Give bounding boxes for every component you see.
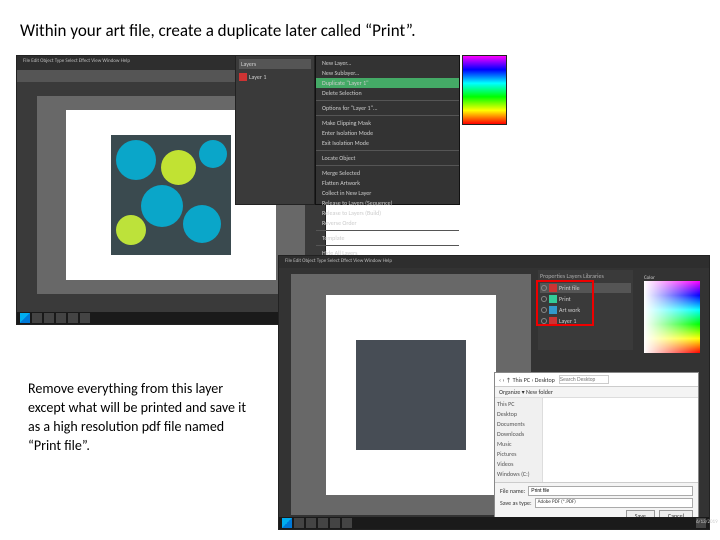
instruction-title: Within your art file, create a duplicate…	[20, 20, 416, 41]
layer-context-menu: New Layer... New Sublayer... Duplicate "…	[315, 55, 460, 205]
filename-label: File name:	[500, 487, 525, 495]
color-spectrum	[644, 281, 700, 353]
menu-item[interactable]: Locate Object	[316, 153, 459, 163]
instruction-caption: Remove everything from this layer except…	[28, 380, 248, 456]
layer-row: Layer 1	[239, 73, 311, 81]
start-icon	[282, 518, 292, 528]
color-panel: Color	[641, 272, 703, 362]
menu-item[interactable]: Release to Layers (Sequence)	[316, 198, 459, 208]
taskbar-clock: 6/13/2019	[696, 518, 706, 528]
layer-row[interactable]: Layer 1	[540, 316, 631, 326]
menu-item[interactable]: Flatten Artwork	[316, 178, 459, 188]
sidebar-item[interactable]: Documents	[497, 420, 540, 428]
dialog-sidebar: This PC Desktop Documents Downloads Musi…	[495, 398, 543, 482]
menu-item[interactable]: Release to Layers (Build)	[316, 208, 459, 218]
layer-row[interactable]: Print file	[540, 283, 631, 293]
menu-item[interactable]: Collect in New Layer	[316, 188, 459, 198]
start-icon	[20, 313, 30, 323]
sidebar-item[interactable]: Desktop	[497, 410, 540, 418]
layers-panel-with-menu: Layers Layer 1 New Layer... New Sublayer…	[235, 55, 460, 205]
menu-item[interactable]: Exit Isolation Mode	[316, 138, 459, 148]
menu-item[interactable]: Template	[316, 233, 459, 243]
layer-row[interactable]: Print	[540, 294, 631, 304]
app-menubar: File Edit Object Type Select Effect View…	[279, 256, 709, 268]
artboard	[326, 295, 496, 495]
print-rectangle	[356, 340, 466, 450]
sidebar-item[interactable]: Pictures	[497, 450, 540, 458]
dialog-nav: ‹ › ↑ This PC › Desktop	[495, 373, 698, 387]
menu-item[interactable]: New Layer...	[316, 58, 459, 68]
windows-taskbar: 6/13/2019	[279, 517, 709, 529]
artwork-pattern	[111, 135, 231, 255]
sidebar-item[interactable]: Windows (C:)	[497, 470, 540, 478]
layer-row[interactable]: Art work	[540, 305, 631, 315]
dialog-toolbar: Organize ▾ New folder	[495, 387, 698, 398]
menu-item-duplicate[interactable]: Duplicate "Layer 1"	[316, 78, 459, 88]
sidebar-item[interactable]: Music	[497, 440, 540, 448]
menu-item[interactable]: Make Clipping Mask	[316, 118, 459, 128]
menu-item[interactable]: Merge Selected	[316, 168, 459, 178]
search-input[interactable]	[559, 375, 609, 384]
menu-item[interactable]: Delete Selection	[316, 88, 459, 98]
filename-input[interactable]	[528, 486, 693, 496]
menu-item[interactable]: New Sublayer...	[316, 68, 459, 78]
filetype-dropdown[interactable]: Adobe PDF (*.PDF)	[535, 498, 693, 508]
menu-item[interactable]: Options for "Layer 1"...	[316, 103, 459, 113]
sidebar-item[interactable]: This PC	[497, 400, 540, 408]
sidebar-item[interactable]: Downloads	[497, 430, 540, 438]
layers-tab: Layers	[239, 59, 311, 69]
layers-panel: Layers Layer 1	[235, 55, 315, 205]
panel-tabs: Properties Layers Libraries	[540, 272, 631, 280]
menu-item[interactable]: Reverse Order	[316, 218, 459, 228]
color-spectrum	[462, 55, 507, 125]
filetype-label: Save as type:	[500, 499, 532, 507]
dialog-filelist	[543, 398, 698, 482]
screenshot-2: File Edit Object Type Select Effect View…	[278, 255, 710, 530]
save-as-dialog: ‹ › ↑ This PC › Desktop Organize ▾ New f…	[494, 372, 699, 517]
sidebar-item[interactable]: Videos	[497, 460, 540, 468]
menu-item[interactable]: Enter Isolation Mode	[316, 128, 459, 138]
layers-panel: Properties Layers Libraries Print file P…	[538, 270, 633, 350]
